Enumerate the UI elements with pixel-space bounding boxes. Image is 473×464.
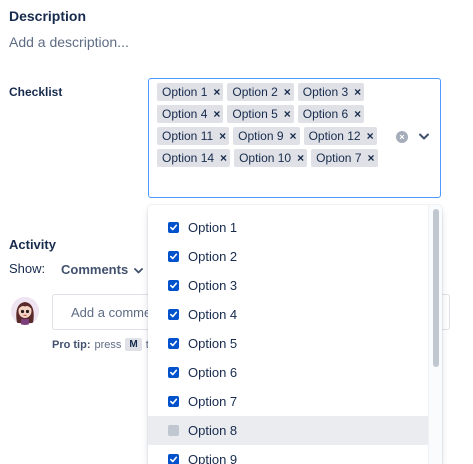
tag-label: Option 3 bbox=[302, 85, 349, 99]
selected-tag: Option 4 × bbox=[157, 105, 224, 123]
option-list: Option 1 Option 2 Option 3 Option 4 Option 5… bbox=[148, 213, 428, 464]
chevron-down-icon[interactable] bbox=[418, 129, 430, 143]
pro-tip-text: press bbox=[94, 338, 122, 351]
dropdown-option[interactable]: Option 3 bbox=[148, 271, 428, 300]
tag-label: Option 14 bbox=[162, 151, 215, 165]
checklist-dropdown-menu: Option 1 Option 2 Option 3 Option 4 Option 5… bbox=[148, 205, 442, 464]
remove-tag-icon[interactable]: × bbox=[354, 108, 361, 120]
remove-tag-icon[interactable]: × bbox=[213, 108, 220, 120]
tag-label: Option 12 bbox=[308, 129, 361, 143]
remove-tag-icon[interactable]: × bbox=[297, 152, 304, 164]
selected-tags: Option 1 × Option 2 × Option 3 × Option 4 × Opti… bbox=[157, 83, 387, 171]
remove-tag-icon[interactable]: × bbox=[213, 86, 220, 98]
checkbox-checked-icon[interactable] bbox=[168, 396, 179, 407]
scrollbar[interactable] bbox=[428, 205, 442, 464]
tag-row: Option 1 × Option 2 × Option 3 × bbox=[157, 83, 387, 101]
selected-tag: Option 1 × bbox=[157, 83, 224, 101]
tag-row: Option 4 × Option 5 × Option 6 × bbox=[157, 105, 387, 123]
dropdown-option[interactable]: Option 2 bbox=[148, 242, 428, 271]
pro-tip-label: Pro tip: bbox=[52, 338, 91, 351]
remove-tag-icon[interactable]: × bbox=[284, 86, 291, 98]
remove-tag-icon[interactable]: × bbox=[368, 152, 375, 164]
checklist-multiselect[interactable]: Option 1 × Option 2 × Option 3 × Option 4 × Opti… bbox=[148, 78, 441, 198]
selected-tag: Option 3 × bbox=[297, 83, 365, 101]
pro-tip: Pro tip: press M t bbox=[52, 338, 149, 351]
dropdown-option[interactable]: Option 5 bbox=[148, 329, 428, 358]
avatar bbox=[11, 297, 39, 325]
activity-filter-value: Comments bbox=[61, 261, 129, 277]
option-label: Option 8 bbox=[188, 423, 238, 438]
checkbox-checked-icon[interactable] bbox=[168, 222, 179, 233]
dropdown-option[interactable]: Option 7 bbox=[148, 387, 428, 416]
activity-filter-select[interactable]: Comments bbox=[53, 257, 151, 281]
tag-label: Option 11 bbox=[162, 129, 214, 143]
remove-tag-icon[interactable]: × bbox=[367, 130, 374, 142]
checkbox-checked-icon[interactable] bbox=[168, 309, 179, 320]
tag-label: Option 1 bbox=[162, 85, 208, 99]
dropdown-option[interactable]: Option 9 bbox=[148, 445, 428, 464]
dropdown-option[interactable]: Option 4 bbox=[148, 300, 428, 329]
tag-label: Option 2 bbox=[232, 85, 278, 99]
tag-label: Option 7 bbox=[316, 151, 362, 165]
checklist-label: Checklist bbox=[9, 85, 63, 99]
selected-tag: Option 6 × bbox=[297, 105, 365, 123]
option-label: Option 3 bbox=[188, 278, 238, 293]
tag-label: Option 10 bbox=[239, 151, 292, 165]
checkbox-checked-icon[interactable] bbox=[168, 251, 179, 262]
description-placeholder[interactable]: Add a description... bbox=[9, 34, 129, 50]
option-label: Option 4 bbox=[188, 307, 238, 322]
remove-tag-icon[interactable]: × bbox=[219, 130, 226, 142]
checkbox-checked-icon[interactable] bbox=[168, 454, 179, 464]
tag-label: Option 6 bbox=[302, 107, 349, 121]
clear-all-icon[interactable]: × bbox=[396, 131, 408, 143]
tag-label: Option 4 bbox=[162, 107, 208, 121]
chevron-down-icon bbox=[134, 262, 144, 277]
option-label: Option 7 bbox=[188, 394, 238, 409]
keyboard-key: M bbox=[125, 338, 142, 351]
checkbox-checked-icon[interactable] bbox=[168, 280, 179, 291]
tag-row: Option 14 × Option 10 × Option 7 × bbox=[157, 149, 387, 167]
checkbox-unchecked-icon[interactable] bbox=[168, 425, 179, 436]
remove-tag-icon[interactable]: × bbox=[284, 108, 291, 120]
selected-tag: Option 7 × bbox=[311, 149, 378, 167]
show-label: Show: bbox=[9, 261, 46, 276]
option-label: Option 5 bbox=[188, 336, 238, 351]
checkbox-checked-icon[interactable] bbox=[168, 338, 179, 349]
option-label: Option 6 bbox=[188, 365, 238, 380]
activity-heading: Activity bbox=[9, 237, 56, 252]
selected-tag: Option 14 × bbox=[157, 149, 231, 167]
selected-tag: Option 12 × bbox=[303, 127, 377, 145]
dropdown-option[interactable]: Option 6 bbox=[148, 358, 428, 387]
remove-tag-icon[interactable]: × bbox=[354, 86, 361, 98]
checkbox-checked-icon[interactable] bbox=[168, 367, 179, 378]
description-heading: Description bbox=[9, 8, 87, 24]
selected-tag: Option 2 × bbox=[227, 83, 294, 101]
remove-tag-icon[interactable]: × bbox=[220, 152, 227, 164]
remove-tag-icon[interactable]: × bbox=[290, 130, 297, 142]
tag-label: Option 5 bbox=[232, 107, 278, 121]
dropdown-option[interactable]: Option 1 bbox=[148, 213, 428, 242]
option-label: Option 1 bbox=[188, 220, 238, 235]
option-label: Option 9 bbox=[188, 452, 238, 464]
option-label: Option 2 bbox=[188, 249, 238, 264]
dropdown-option[interactable]: Option 8 bbox=[148, 416, 428, 445]
scrollbar-thumb[interactable] bbox=[433, 209, 439, 367]
selected-tag: Option 10 × bbox=[234, 149, 308, 167]
tag-label: Option 9 bbox=[238, 129, 284, 143]
tag-row: Option 11 × Option 9 × Option 12 × bbox=[157, 127, 387, 145]
selected-tag: Option 9 × bbox=[233, 127, 300, 145]
selected-tag: Option 5 × bbox=[227, 105, 294, 123]
selected-tag: Option 11 × bbox=[157, 127, 230, 145]
